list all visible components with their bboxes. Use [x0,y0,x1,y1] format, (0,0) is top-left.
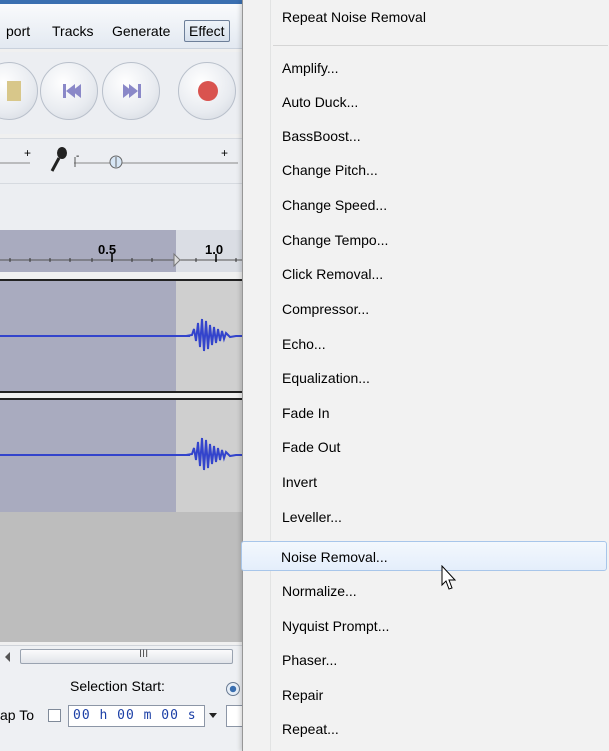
track-empty-area[interactable] [0,512,245,642]
microphone-icon [50,147,67,172]
menu-item-bassboost[interactable]: BassBoost... [243,121,608,151]
menu-item-repeat[interactable]: Repeat... [243,714,608,744]
menu-generate[interactable]: Generate [108,20,174,42]
menu-item-change-tempo[interactable]: Change Tempo... [243,225,608,255]
menu-item-leveller[interactable]: Leveller... [243,502,608,532]
chevron-down-icon[interactable] [208,712,218,720]
menu-effect[interactable]: Effect [184,20,230,42]
menu-item-invert[interactable]: Invert [243,467,608,497]
stop-icon [7,81,21,101]
skip-to-start-button[interactable] [40,62,98,120]
menu-item-amplify[interactable]: Amplify... [243,53,608,83]
selection-start-time[interactable]: 00 h 00 m 00 s [68,705,205,727]
menu-item-equalization[interactable]: Equalization... [243,363,608,393]
horizontal-scrollbar[interactable]: III [0,645,245,668]
title-bar-edge [0,0,245,4]
menu-separator [273,45,608,46]
audio-track-left[interactable] [0,279,245,393]
menu-item-repair[interactable]: Repair [243,680,608,710]
menu-item-echo[interactable]: Echo... [243,329,608,359]
transport-toolbar [0,52,245,134]
menu-item-compressor[interactable]: Compressor... [243,294,608,324]
waveform-line [0,335,190,337]
svg-text:+: + [221,146,228,160]
record-icon [198,81,218,101]
menu-export[interactable]: port [2,20,34,42]
menu-item-change-pitch[interactable]: Change Pitch... [243,155,608,185]
waveform-line [0,454,190,456]
menu-item-noise-removal[interactable]: Noise Removal... [241,541,607,571]
menu-item-fade-in[interactable]: Fade In [243,398,608,428]
ruler-ticks [0,252,245,268]
mixer-toolbar: + - + [0,138,245,183]
selection-radio[interactable] [226,682,240,696]
menu-item-repeat-noise-removal[interactable]: Repeat Noise Removal [243,2,608,32]
audacity-window: port Tracks Generate Effect + - + 0.5 1.… [0,0,245,751]
menu-item-auto-duck[interactable]: Auto Duck... [243,87,608,117]
svg-text:+: + [24,146,31,160]
scroll-thumb[interactable]: III [20,648,233,664]
input-volume-slider-thumb[interactable] [108,153,124,173]
toolbar-blank [0,183,245,230]
menu-item-normalize[interactable]: Normalize... [243,576,608,606]
menu-item-click-removal[interactable]: Click Removal... [243,259,608,289]
timeline-ruler[interactable]: 0.5 1.0 [0,230,245,272]
selection-start-label: Selection Start: [70,678,165,694]
skip-end-icon [123,84,141,98]
menu-item-phaser[interactable]: Phaser... [243,645,608,675]
snap-to-checkbox[interactable] [48,709,61,722]
track-selection [0,400,176,512]
mouse-cursor-icon [441,565,457,590]
menu-bar: port Tracks Generate Effect [0,0,245,49]
stop-button[interactable] [0,62,38,120]
waveform-burst [186,437,245,471]
effect-dropdown-menu: Repeat Noise Removal Amplify... Auto Duc… [241,0,609,751]
menu-item-fade-out[interactable]: Fade Out [243,432,608,462]
skip-start-icon [63,84,81,98]
snap-to-label: ap To [0,707,34,723]
scroll-left-icon[interactable] [3,651,13,663]
menu-tracks[interactable]: Tracks [48,20,97,42]
menu-item-nyquist-prompt[interactable]: Nyquist Prompt... [243,611,608,641]
menu-item-change-speed[interactable]: Change Speed... [243,190,608,220]
skip-to-end-button[interactable] [102,62,160,120]
scroll-grip: III [139,648,149,660]
audio-track-right[interactable] [0,398,245,514]
record-button[interactable] [178,62,236,120]
waveform-burst [186,318,245,352]
selection-toolbar: Selection Start: ap To 00 h 00 m 00 s [0,668,245,751]
svg-text:-: - [76,151,79,162]
